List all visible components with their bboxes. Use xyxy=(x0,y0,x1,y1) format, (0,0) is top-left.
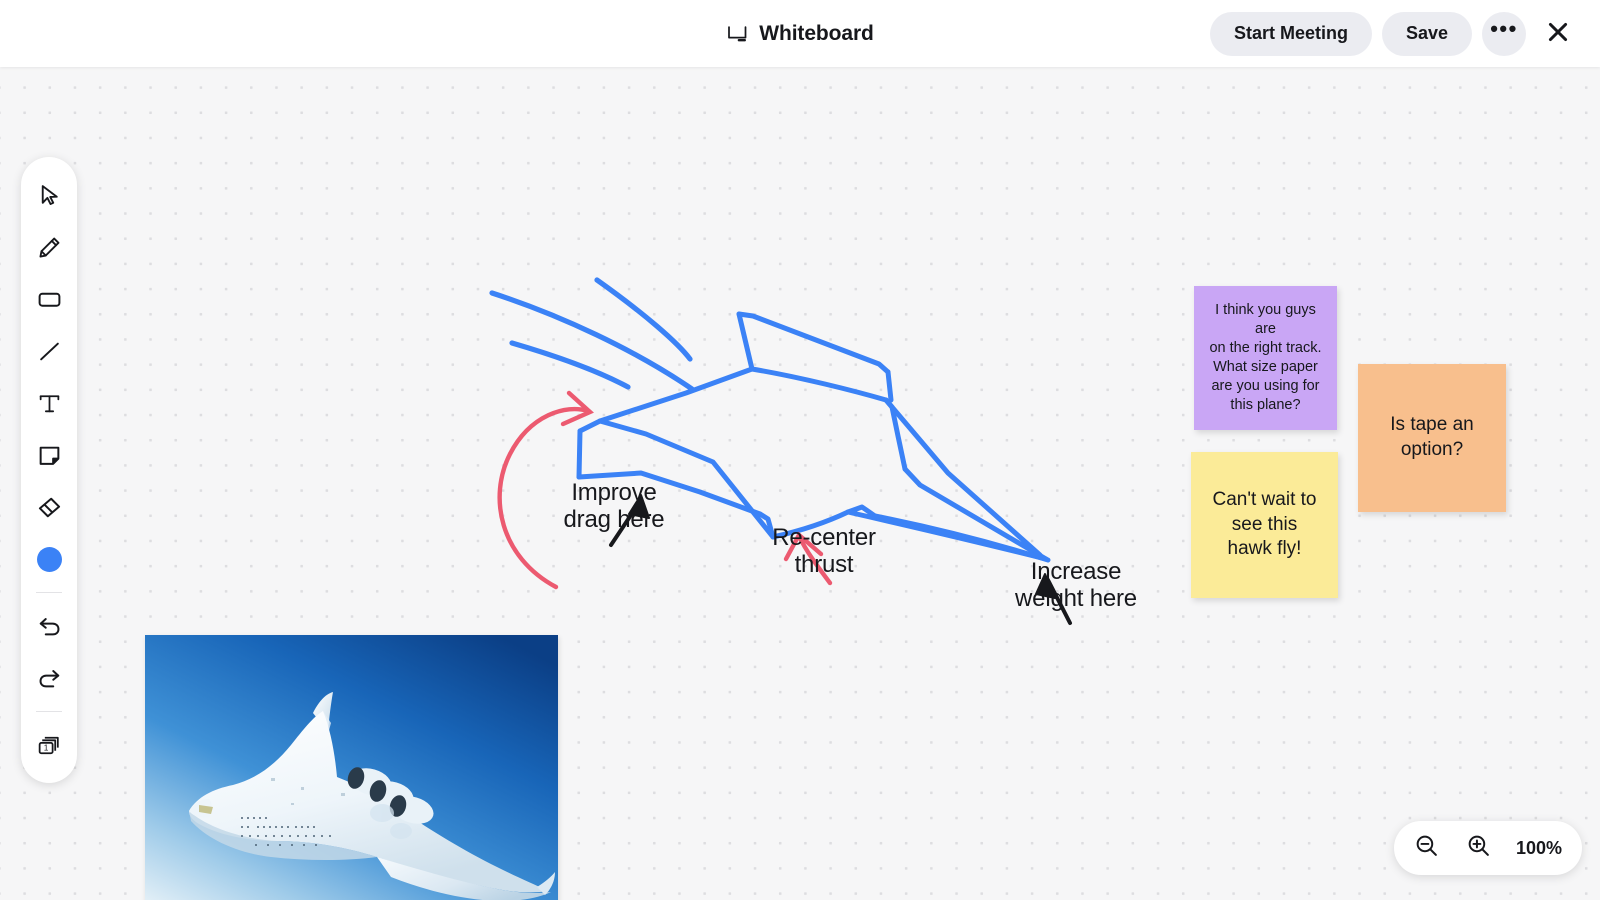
annotation-recenter-thrust[interactable]: Re-center thrust xyxy=(768,524,880,579)
redo-arrow-icon xyxy=(37,666,62,691)
more-dots-icon: ••• xyxy=(1490,16,1518,42)
sticky-note-yellow[interactable]: Can't wait to see this hawk fly! xyxy=(1191,452,1338,598)
shape-tool[interactable] xyxy=(27,277,71,321)
pages-stack-icon: 1 xyxy=(36,732,63,759)
tools-palette: 1 xyxy=(21,157,77,783)
save-button[interactable]: Save xyxy=(1381,11,1472,56)
color-tool[interactable] xyxy=(27,537,71,581)
sticky-note-orange[interactable]: Is tape an option? xyxy=(1358,364,1506,512)
app-header: Whiteboard Start Meeting Save ••• xyxy=(0,0,1600,67)
page-count-label: 1 xyxy=(43,742,48,752)
zoom-level-label: 100% xyxy=(1515,837,1562,858)
zoom-control: 100% xyxy=(1393,821,1582,875)
sticky-note-purple[interactable]: I think you guys are on the right track.… xyxy=(1194,286,1337,430)
annotation-increase-weight[interactable]: Increase weight here xyxy=(1010,558,1142,613)
more-options-button[interactable]: ••• xyxy=(1482,11,1526,56)
aircraft-concept-photo[interactable] xyxy=(145,635,558,900)
sticky-note-text: Is tape an option? xyxy=(1390,414,1474,460)
line-tool[interactable] xyxy=(27,329,71,373)
cursor-arrow-icon xyxy=(37,183,62,208)
header-title: Whiteboard xyxy=(726,22,874,46)
zoom-out-button[interactable] xyxy=(1408,829,1446,867)
eraser-tool[interactable] xyxy=(27,485,71,529)
toolbar-divider-bottom xyxy=(36,711,62,712)
sticky-tool[interactable] xyxy=(27,433,71,477)
header-actions: Start Meeting Save ••• xyxy=(1209,11,1580,56)
magnifier-minus-icon xyxy=(1414,833,1439,863)
eraser-icon xyxy=(37,495,62,520)
redo-tool[interactable] xyxy=(27,656,71,700)
rectangle-icon xyxy=(37,287,62,312)
motion-speed-lines xyxy=(489,277,695,392)
line-icon xyxy=(37,339,62,364)
magnifier-plus-icon xyxy=(1466,833,1491,863)
pages-tool[interactable]: 1 xyxy=(27,723,71,767)
whiteboard-canvas[interactable]: Improve drag here Re-center thrust Incre… xyxy=(0,67,1600,900)
sticky-note-text: Can't wait to see this hawk fly! xyxy=(1212,488,1317,560)
whiteboard-app: Whiteboard Start Meeting Save ••• Improv… xyxy=(0,0,1600,900)
undo-tool[interactable] xyxy=(27,604,71,648)
pen-tool[interactable] xyxy=(27,225,71,269)
close-icon xyxy=(1545,19,1571,48)
sticky-note-icon xyxy=(37,443,62,468)
pencil-icon xyxy=(37,235,62,260)
sticky-note-text: I think you guys are on the right track.… xyxy=(1209,301,1322,414)
text-tool[interactable] xyxy=(27,381,71,425)
page-title: Whiteboard xyxy=(759,21,874,45)
undo-arrow-icon xyxy=(37,614,62,639)
start-meeting-button[interactable]: Start Meeting xyxy=(1209,11,1372,56)
presentation-screen-icon xyxy=(726,23,748,45)
annotation-improve-drag[interactable]: Improve drag here xyxy=(560,479,668,534)
zoom-in-button[interactable] xyxy=(1460,829,1498,867)
text-t-icon xyxy=(37,391,62,416)
close-button[interactable] xyxy=(1536,12,1580,56)
select-tool[interactable] xyxy=(27,173,71,217)
color-swatch-icon xyxy=(36,546,62,572)
toolbar-divider-top xyxy=(36,592,62,593)
